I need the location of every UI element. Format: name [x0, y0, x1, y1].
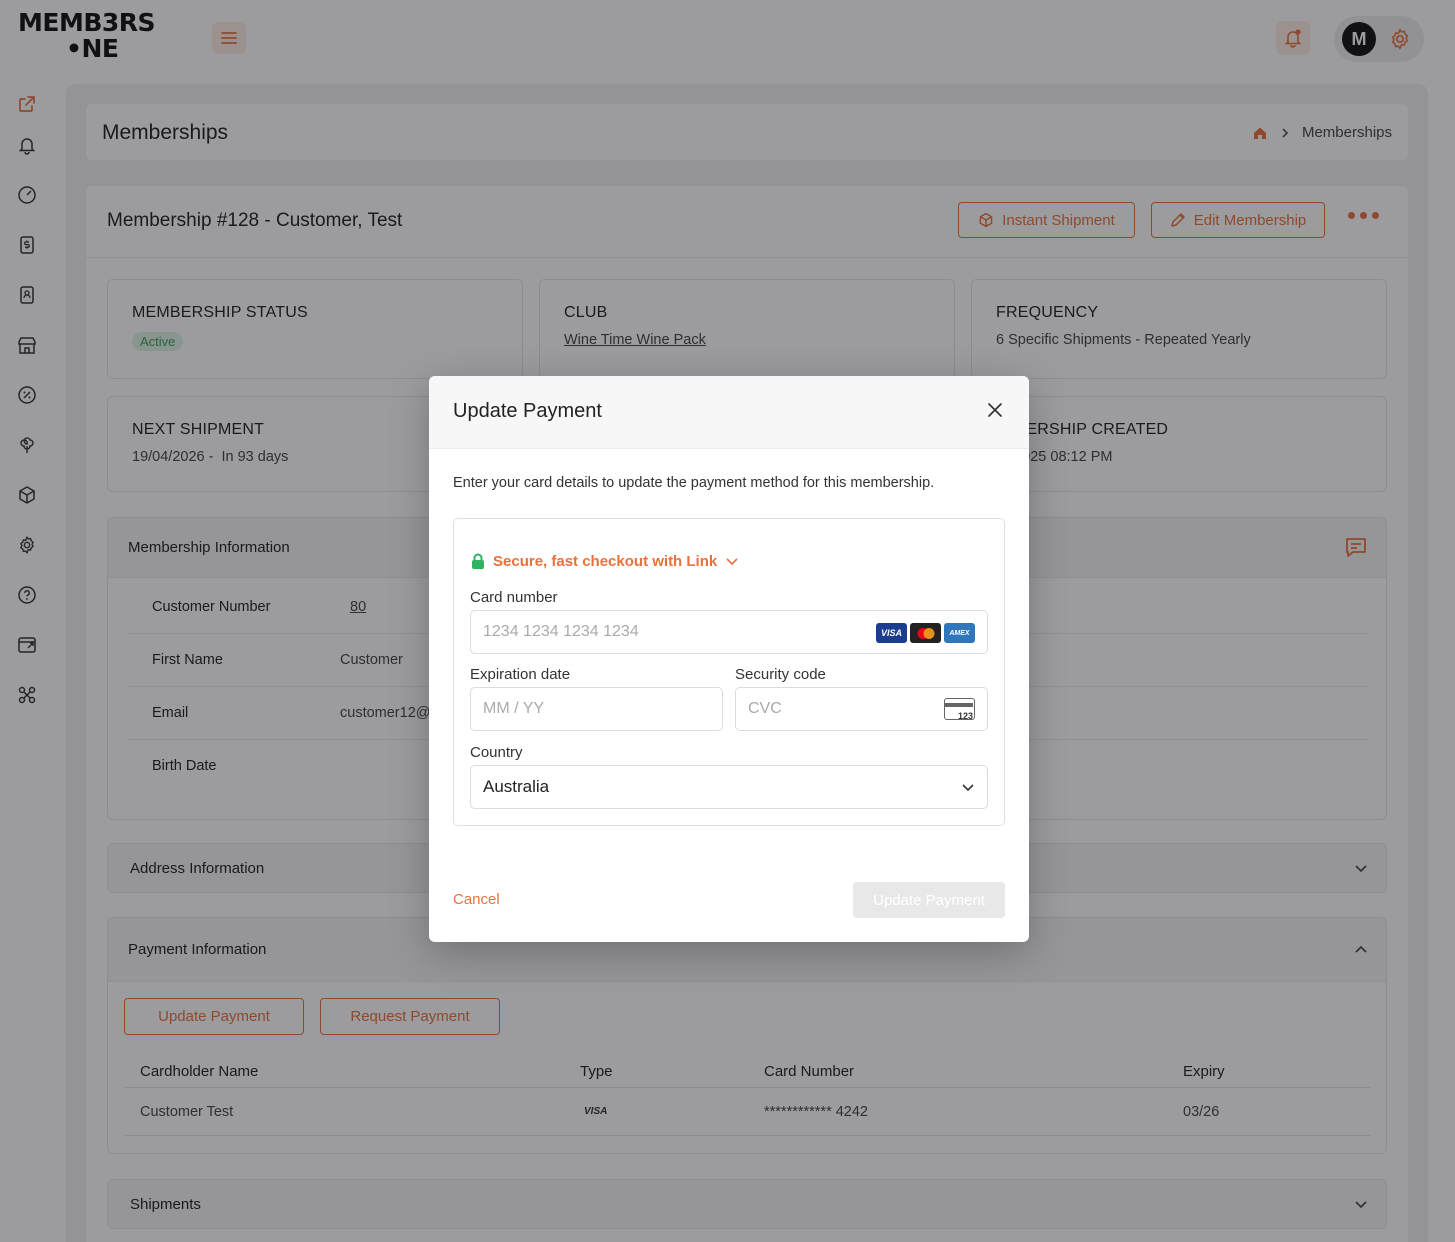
modal-header: Update Payment	[429, 376, 1029, 449]
cvc-icon-text: 123	[957, 711, 973, 721]
card-number-placeholder: 1234 1234 1234 1234	[483, 623, 639, 640]
chevron-down-icon	[962, 784, 974, 792]
card-form: Secure, fast checkout with Link Card num…	[453, 518, 1005, 826]
card-brands: VISA AMEX	[876, 623, 975, 643]
expiration-label: Expiration date	[470, 666, 571, 683]
link-checkout-text: Secure, fast checkout with Link	[493, 553, 718, 570]
chevron-down-icon	[726, 557, 738, 565]
cancel-button[interactable]: Cancel	[453, 891, 500, 908]
submit-update-payment-button[interactable]: Update Payment	[853, 882, 1005, 918]
cvc-card-icon: 123	[944, 698, 975, 721]
security-code-placeholder: CVC	[748, 700, 782, 717]
country-selected-value: Australia	[483, 777, 550, 796]
security-code-label: Security code	[735, 666, 826, 683]
mastercard-logo	[910, 623, 941, 643]
link-checkout-toggle[interactable]: Secure, fast checkout with Link	[471, 553, 739, 570]
amex-logo: AMEX	[944, 623, 975, 643]
modal-description: Enter your card details to update the pa…	[453, 475, 935, 491]
expiration-input[interactable]: MM / YY	[470, 687, 723, 731]
modal-title: Update Payment	[453, 400, 602, 422]
update-payment-modal: Update Payment Enter your card details t…	[429, 376, 1029, 942]
lock-icon	[472, 553, 484, 569]
security-code-input[interactable]: CVC 123	[735, 687, 988, 731]
close-icon[interactable]	[987, 402, 1003, 418]
country-label: Country	[470, 744, 523, 761]
card-number-input[interactable]: 1234 1234 1234 1234 VISA AMEX	[470, 610, 988, 654]
country-select[interactable]: Australia	[470, 765, 988, 809]
visa-logo: VISA	[876, 623, 907, 643]
card-number-label: Card number	[470, 589, 558, 606]
expiration-placeholder: MM / YY	[483, 700, 545, 717]
